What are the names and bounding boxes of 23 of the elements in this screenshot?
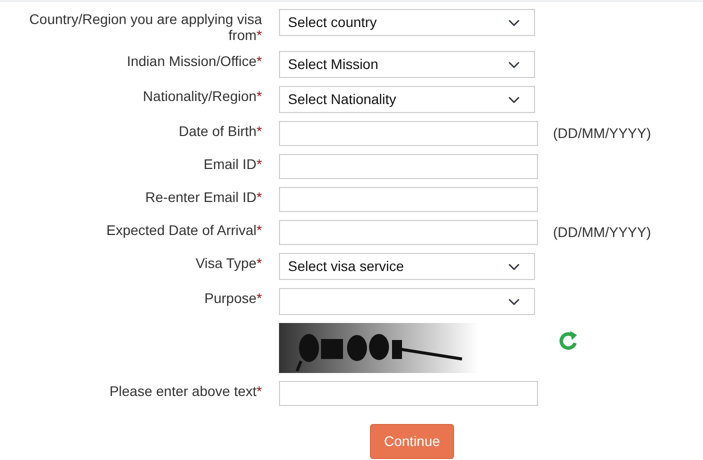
select-field[interactable]: Select visa service	[279, 253, 535, 280]
input-field[interactable]	[279, 381, 538, 406]
field-label: Please enter above text*	[108, 382, 262, 399]
format-hint: (DD/MM/YYYY)	[553, 124, 651, 143]
field-label: Indian Mission/Office*	[126, 52, 262, 69]
field-label: Date of Birth*	[178, 122, 262, 139]
field-label: Expected Date of Arrival*	[105, 221, 262, 238]
refresh-icon[interactable]	[559, 329, 579, 351]
field-label: Nationality/Region*	[142, 87, 262, 104]
select-field[interactable]	[279, 288, 535, 315]
field-label: Email ID*	[202, 155, 262, 172]
input-field[interactable]	[279, 187, 538, 212]
field-label: Visa Type*	[194, 254, 262, 271]
select-field[interactable]: Select Nationality	[279, 86, 535, 113]
input-field[interactable]	[279, 220, 538, 245]
field-label: Re-enter Email ID*	[144, 188, 262, 205]
field-label: Country/Region you are applying visa from*	[28, 10, 262, 43]
format-hint: (DD/MM/YYYY)	[553, 223, 651, 242]
select-field[interactable]: Select country	[279, 9, 535, 36]
input-field[interactable]	[279, 154, 538, 179]
input-field[interactable]	[279, 121, 538, 146]
field-label: Purpose*	[203, 289, 262, 306]
select-field[interactable]: Select Mission	[279, 51, 535, 78]
